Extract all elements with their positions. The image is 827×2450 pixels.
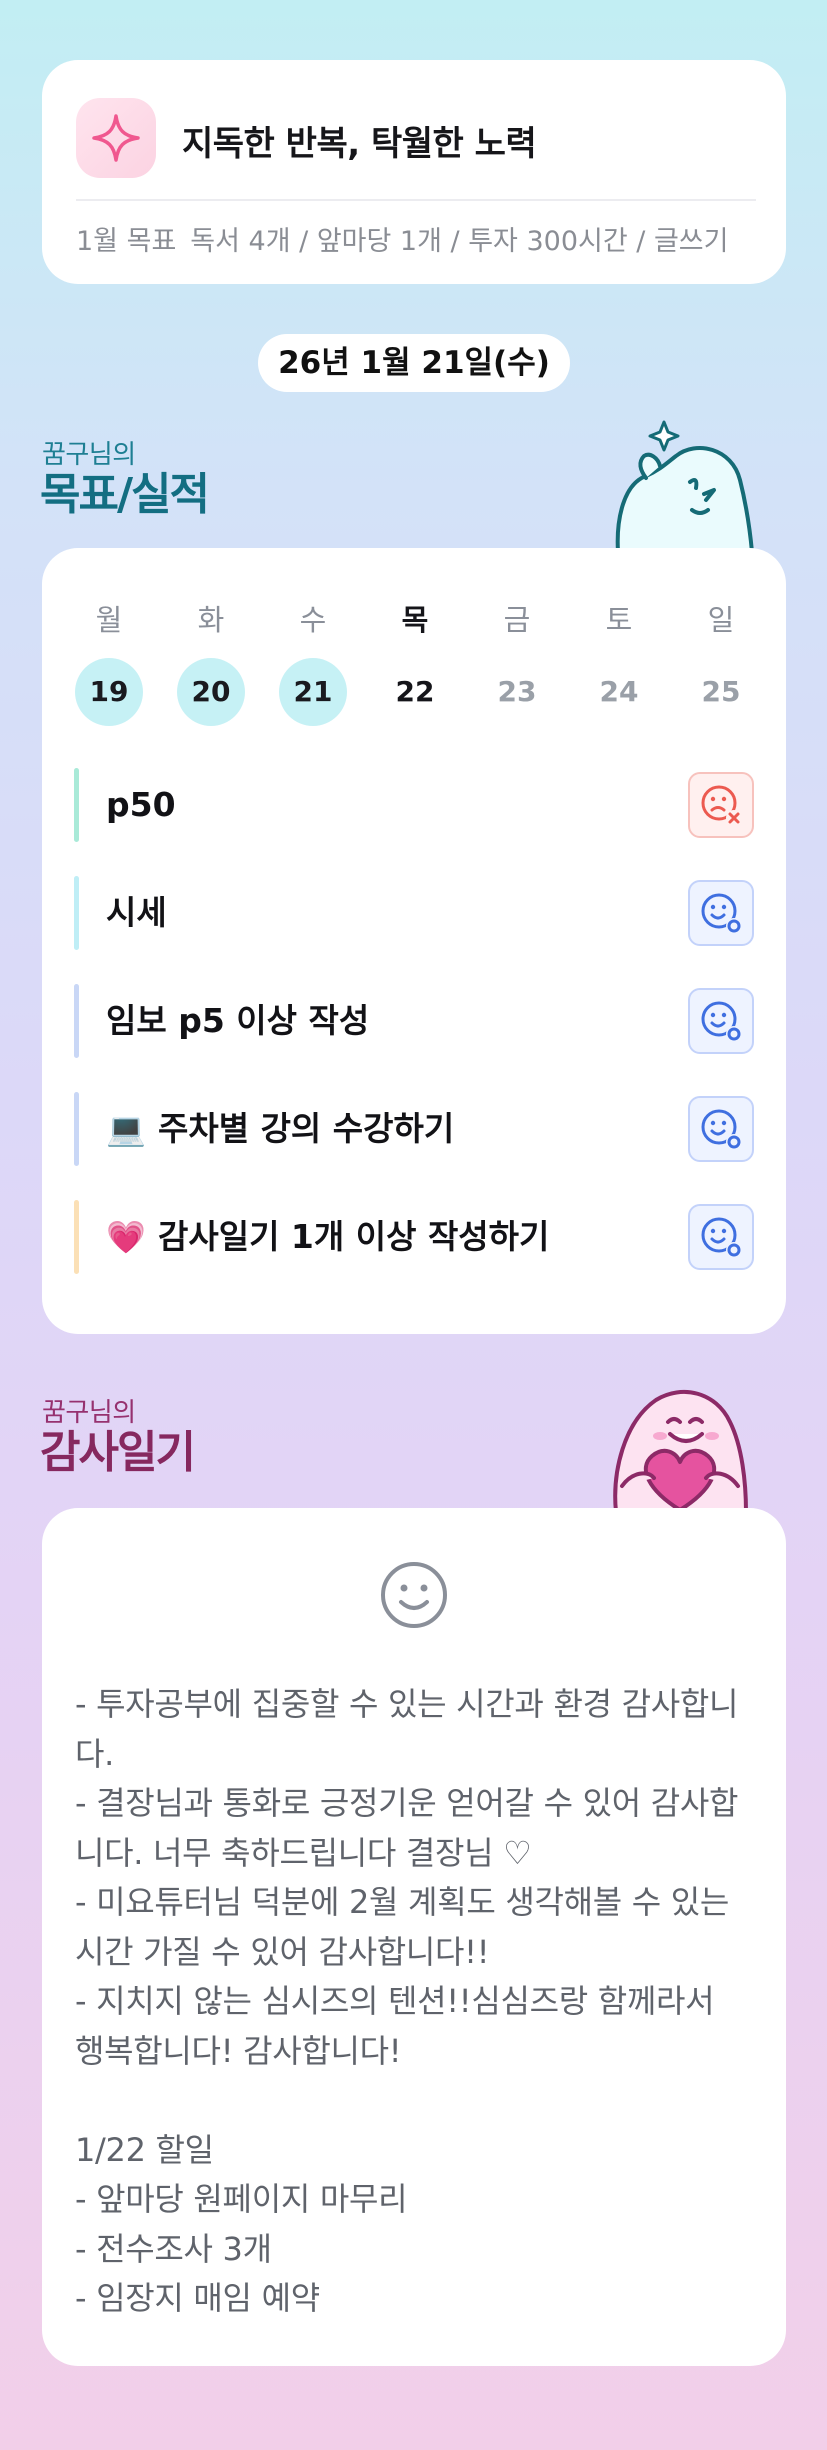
goals-section-title: 목표/실적 bbox=[40, 469, 210, 520]
weekday-label: 금 bbox=[503, 603, 531, 637]
monthly-goal-label: 1월 목표 bbox=[76, 226, 177, 257]
divider bbox=[76, 199, 756, 201]
task-color-bar bbox=[74, 1092, 79, 1166]
weekday-label: 목 bbox=[401, 603, 429, 637]
weekday-label: 화 bbox=[197, 603, 225, 637]
weekday-label: 수 bbox=[299, 603, 327, 637]
page-title: 지독한 반복, 탁월한 노력 bbox=[182, 124, 537, 164]
task-label: 주차별 강의 수강하기 bbox=[158, 1109, 455, 1148]
sparkle-icon bbox=[76, 98, 156, 178]
date-pill[interactable]: 26년 1월 21일(수) bbox=[258, 334, 570, 392]
day-tue[interactable]: 화 20 bbox=[177, 600, 245, 726]
day-number: 24 bbox=[599, 675, 639, 708]
task-label: p50 bbox=[106, 785, 176, 824]
day-mon[interactable]: 월 19 bbox=[75, 600, 143, 726]
monthly-goal-text: 독서 4개 / 앞마당 1개 / 투자 300시간 / 글쓰기 bbox=[190, 226, 729, 257]
diary-section-title: 감사일기 bbox=[40, 1427, 196, 1478]
day-number: 25 bbox=[701, 675, 741, 708]
day-sun[interactable]: 일 25 bbox=[687, 600, 755, 726]
laptop-emoji-icon: 💻 bbox=[106, 1110, 146, 1148]
ghost-mascot-icon bbox=[615, 420, 755, 552]
task-color-bar bbox=[74, 1200, 79, 1274]
weekday-label: 일 bbox=[707, 603, 735, 637]
diary-text: - 투자공부에 집중할 수 있는 시간과 환경 감사합니다. - 결장님과 통화… bbox=[75, 1685, 739, 2317]
task-color-bar bbox=[74, 984, 79, 1058]
smile-face-check-icon[interactable] bbox=[688, 880, 754, 946]
day-thu[interactable]: 목 22 bbox=[381, 600, 449, 726]
day-fri[interactable]: 금 23 bbox=[483, 600, 551, 726]
task-label: 감사일기 1개 이상 작성하기 bbox=[158, 1217, 550, 1256]
diary-card: - 투자공부에 집중할 수 있는 시간과 환경 감사합니다. - 결장님과 통화… bbox=[42, 1508, 786, 2366]
heart-emoji-icon: 💗 bbox=[106, 1218, 146, 1256]
task-row[interactable]: 임보 p5 이상 작성 bbox=[74, 978, 754, 1064]
task-row[interactable]: 💻 주차별 강의 수강하기 bbox=[74, 1086, 754, 1172]
task-row[interactable]: 💗 감사일기 1개 이상 작성하기 bbox=[74, 1194, 754, 1280]
day-number: 20 bbox=[177, 658, 245, 726]
sad-face-x-icon[interactable] bbox=[688, 772, 754, 838]
task-row[interactable]: 시세 bbox=[74, 870, 754, 956]
day-number: 22 bbox=[395, 675, 435, 708]
goals-card: 월 19 화 20 수 21 목 22 금 23 토 24 일 25 p50 시… bbox=[42, 548, 786, 1334]
day-wed[interactable]: 수 21 bbox=[279, 600, 347, 726]
task-color-bar bbox=[74, 768, 79, 842]
task-row[interactable]: p50 bbox=[74, 762, 754, 848]
monthly-goal: 1월 목표 독서 4개 / 앞마당 1개 / 투자 300시간 / 글쓰기 bbox=[76, 212, 756, 272]
header-card: 지독한 반복, 탁월한 노력 1월 목표 독서 4개 / 앞마당 1개 / 투자 … bbox=[42, 60, 786, 284]
smile-face-check-icon[interactable] bbox=[688, 1096, 754, 1162]
day-number: 21 bbox=[279, 658, 347, 726]
task-label: 임보 p5 이상 작성 bbox=[106, 1001, 370, 1040]
weekday-label: 토 bbox=[605, 603, 633, 637]
day-number: 19 bbox=[75, 658, 143, 726]
heart-mascot-icon bbox=[613, 1390, 749, 1512]
task-color-bar bbox=[74, 876, 79, 950]
day-number: 23 bbox=[497, 675, 537, 708]
smile-face-check-icon[interactable] bbox=[688, 988, 754, 1054]
task-label: 시세 bbox=[106, 893, 167, 932]
day-sat[interactable]: 토 24 bbox=[585, 600, 653, 726]
smile-face-check-icon[interactable] bbox=[688, 1204, 754, 1270]
weekday-label: 월 bbox=[95, 603, 123, 637]
smiley-face-icon[interactable] bbox=[379, 1560, 449, 1630]
